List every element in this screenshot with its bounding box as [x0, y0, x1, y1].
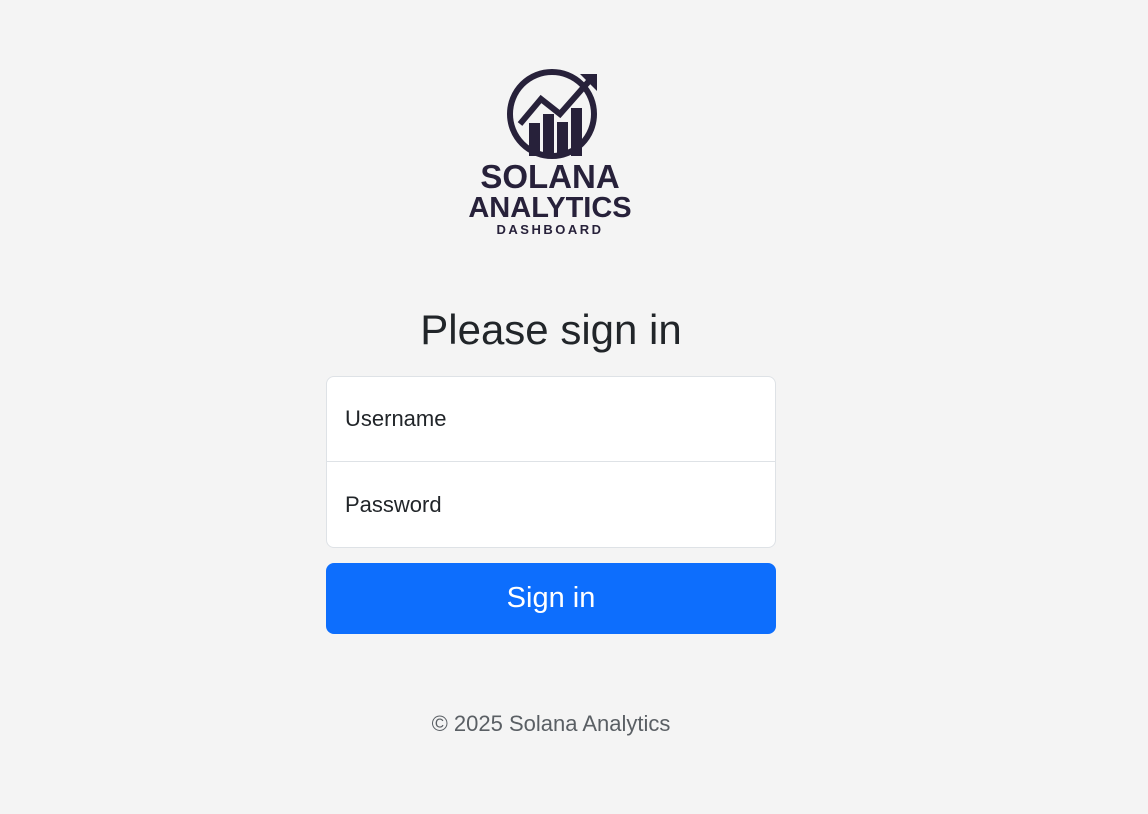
signin-form — [326, 376, 776, 548]
sign-in-button[interactable]: Sign in — [326, 563, 776, 634]
logo-line3: DASHBOARD — [497, 222, 604, 237]
logo-line2: ANALYTICS — [468, 192, 631, 224]
footer-copyright: © 2025 Solana Analytics — [431, 711, 671, 736]
username-input[interactable] — [327, 377, 775, 462]
chart-growth-icon: SOLANA ANALYTICS DASHBOARD — [468, 69, 632, 237]
brand-logo: SOLANA ANALYTICS DASHBOARD — [450, 66, 650, 242]
login-page: SOLANA ANALYTICS DASHBOARD Please sign i… — [0, 0, 1148, 814]
password-input[interactable] — [327, 462, 775, 547]
logo-line1: SOLANA — [480, 158, 619, 195]
page-title: Please sign in — [420, 306, 682, 353]
